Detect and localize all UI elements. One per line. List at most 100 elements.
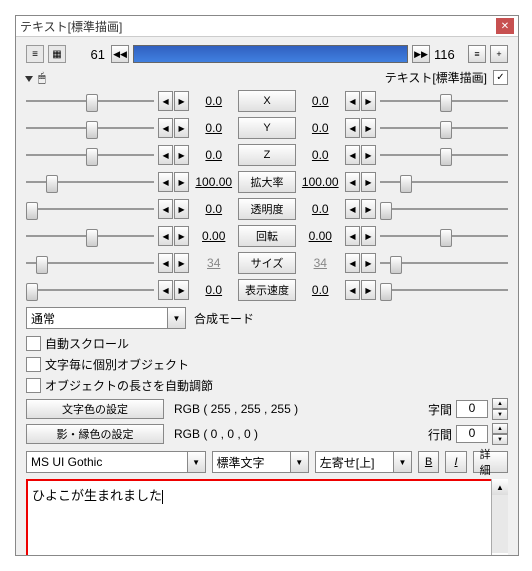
- slider-サイズ-outer-left[interactable]: [26, 254, 154, 272]
- param-サイズ-button[interactable]: サイズ: [238, 252, 295, 274]
- slider-表示速度-outer-right[interactable]: [380, 281, 508, 299]
- timeline-track[interactable]: [133, 45, 408, 63]
- dec-button[interactable]: ◀: [158, 199, 173, 219]
- line-spacing-up[interactable]: ▲: [492, 423, 508, 434]
- slider-Z-outer-right[interactable]: [380, 146, 508, 164]
- inc-button[interactable]: ▶: [361, 145, 376, 165]
- expand-icon[interactable]: [25, 76, 33, 82]
- slider-Z-outer-left[interactable]: [26, 146, 154, 164]
- scroll-down-icon[interactable]: ▼: [492, 553, 508, 555]
- close-button[interactable]: ✕: [496, 18, 514, 34]
- param-表示速度-button[interactable]: 表示速度: [238, 279, 295, 301]
- italic-button[interactable]: I: [445, 451, 466, 473]
- value-right[interactable]: 0.0: [300, 148, 341, 162]
- seek-start-button[interactable]: ◀◀: [111, 45, 129, 63]
- dec-button[interactable]: ◀: [345, 172, 360, 192]
- dec-button[interactable]: ◀: [158, 226, 173, 246]
- timeline-icon-1[interactable]: ≡: [26, 45, 44, 63]
- inc-button[interactable]: ▶: [361, 253, 376, 273]
- auto-scroll-checkbox[interactable]: [26, 336, 41, 351]
- param-透明度-button[interactable]: 透明度: [238, 198, 295, 220]
- dec-button[interactable]: ◀: [158, 172, 173, 192]
- slider-回転-outer-right[interactable]: [380, 227, 508, 245]
- slider-拡大率-outer-left[interactable]: [26, 173, 154, 191]
- dec-button[interactable]: ◀: [345, 226, 360, 246]
- inc-button[interactable]: ▶: [174, 226, 189, 246]
- scroll-up-icon[interactable]: ▲: [492, 479, 508, 495]
- timeline-menu-button[interactable]: ≡: [468, 45, 486, 63]
- dec-button[interactable]: ◀: [158, 145, 173, 165]
- inc-button[interactable]: ▶: [174, 199, 189, 219]
- inc-button[interactable]: ▶: [174, 118, 189, 138]
- dec-button[interactable]: ◀: [345, 253, 360, 273]
- inc-button[interactable]: ▶: [174, 145, 189, 165]
- dec-button[interactable]: ◀: [158, 118, 173, 138]
- value-right[interactable]: 0.0: [300, 202, 341, 216]
- font-select[interactable]: MS UI Gothic▼: [26, 451, 206, 473]
- inc-button[interactable]: ▶: [361, 118, 376, 138]
- slider-回転-outer-left[interactable]: [26, 227, 154, 245]
- slider-サイズ-outer-right[interactable]: [380, 254, 508, 272]
- dec-button[interactable]: ◀: [158, 280, 173, 300]
- auto-length-checkbox[interactable]: [26, 378, 41, 393]
- slider-Y-outer-right[interactable]: [380, 119, 508, 137]
- bold-button[interactable]: B: [418, 451, 439, 473]
- text-color-button[interactable]: 文字色の設定: [26, 399, 164, 419]
- inc-button[interactable]: ▶: [361, 199, 376, 219]
- param-Z-button[interactable]: Z: [238, 144, 295, 166]
- effect-enable-checkbox[interactable]: ✓: [493, 70, 508, 85]
- value-left[interactable]: 0.0: [193, 283, 234, 297]
- param-回転-button[interactable]: 回転: [238, 225, 295, 247]
- param-拡大率-button[interactable]: 拡大率: [238, 171, 295, 193]
- value-left[interactable]: 0.0: [193, 121, 234, 135]
- timeline-icon-2[interactable]: ▦: [48, 45, 66, 63]
- timeline-add-button[interactable]: +: [490, 45, 508, 63]
- per-char-checkbox[interactable]: [26, 357, 41, 372]
- char-spacing-down[interactable]: ▼: [492, 409, 508, 420]
- value-left[interactable]: 0.0: [193, 148, 234, 162]
- text-scrollbar[interactable]: ▲ ▼: [491, 479, 508, 555]
- slider-X-outer-right[interactable]: [380, 92, 508, 110]
- inc-button[interactable]: ▶: [361, 280, 376, 300]
- slider-表示速度-outer-left[interactable]: [26, 281, 154, 299]
- inc-button[interactable]: ▶: [361, 226, 376, 246]
- slider-X-outer-left[interactable]: [26, 92, 154, 110]
- value-left[interactable]: 34: [193, 256, 234, 270]
- inc-button[interactable]: ▶: [174, 172, 189, 192]
- value-right[interactable]: 34: [300, 256, 341, 270]
- param-X-button[interactable]: X: [238, 90, 295, 112]
- inc-button[interactable]: ▶: [361, 172, 376, 192]
- inc-button[interactable]: ▶: [361, 91, 376, 111]
- value-right[interactable]: 0.0: [300, 94, 341, 108]
- value-left[interactable]: 100.00: [193, 175, 234, 189]
- dec-button[interactable]: ◀: [345, 199, 360, 219]
- inc-button[interactable]: ▶: [174, 280, 189, 300]
- dec-button[interactable]: ◀: [158, 253, 173, 273]
- dec-button[interactable]: ◀: [345, 280, 360, 300]
- dec-button[interactable]: ◀: [158, 91, 173, 111]
- value-left[interactable]: 0.0: [193, 202, 234, 216]
- align-select[interactable]: 左寄せ[上]▼: [315, 451, 412, 473]
- value-right[interactable]: 0.0: [300, 283, 341, 297]
- param-Y-button[interactable]: Y: [238, 117, 295, 139]
- dec-button[interactable]: ◀: [345, 91, 360, 111]
- weight-select[interactable]: 標準文字▼: [212, 451, 309, 473]
- blend-mode-select[interactable]: 通常 ▼: [26, 307, 186, 329]
- dec-button[interactable]: ◀: [345, 145, 360, 165]
- slider-Y-outer-left[interactable]: [26, 119, 154, 137]
- char-spacing-input[interactable]: 0: [456, 400, 488, 418]
- value-left[interactable]: 0.00: [193, 229, 234, 243]
- slider-透明度-outer-left[interactable]: [26, 200, 154, 218]
- seek-end-button[interactable]: ▶▶: [412, 45, 430, 63]
- slider-拡大率-outer-right[interactable]: [380, 173, 508, 191]
- value-right[interactable]: 0.0: [300, 121, 341, 135]
- inc-button[interactable]: ▶: [174, 91, 189, 111]
- inc-button[interactable]: ▶: [174, 253, 189, 273]
- slider-透明度-outer-right[interactable]: [380, 200, 508, 218]
- detail-button[interactable]: 詳細: [473, 451, 508, 473]
- value-right[interactable]: 0.00: [300, 229, 341, 243]
- value-right[interactable]: 100.00: [300, 175, 341, 189]
- shadow-color-button[interactable]: 影・縁色の設定: [26, 424, 164, 444]
- dec-button[interactable]: ◀: [345, 118, 360, 138]
- line-spacing-input[interactable]: 0: [456, 425, 488, 443]
